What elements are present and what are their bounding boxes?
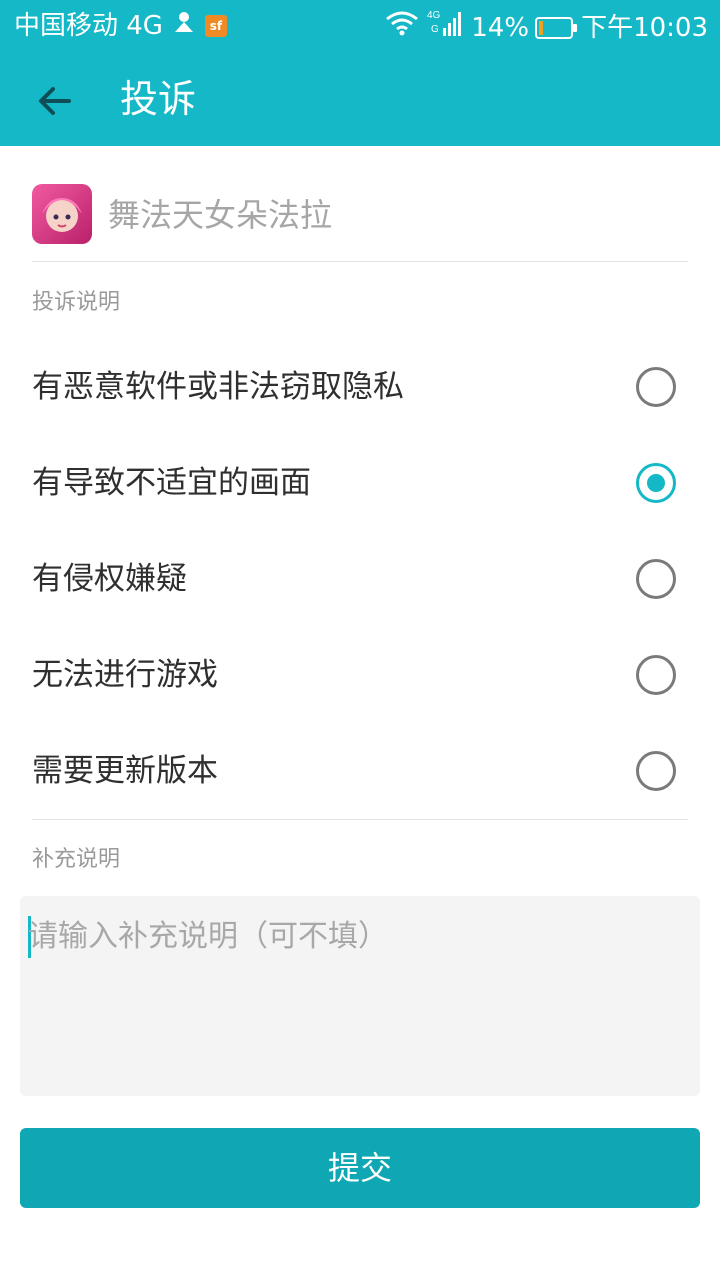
app-name: 舞法天女朵法拉 bbox=[108, 196, 333, 234]
svg-text:G: G bbox=[431, 24, 439, 35]
radio-button[interactable] bbox=[636, 559, 676, 599]
app-info-row: 舞法天女朵法拉 bbox=[32, 184, 688, 262]
radio-button-selected[interactable] bbox=[636, 463, 676, 503]
supplement-placeholder: 请输入补充说明（可不填） bbox=[28, 919, 388, 954]
battery-percent: 14% bbox=[471, 13, 530, 43]
divider bbox=[32, 819, 688, 820]
option-label: 有导致不适宜的画面 bbox=[32, 465, 311, 501]
option-infringement[interactable]: 有侵权嫌疑 bbox=[0, 531, 720, 627]
option-needs-update[interactable]: 需要更新版本 bbox=[0, 723, 720, 819]
option-inappropriate-content[interactable]: 有导致不适宜的画面 bbox=[0, 435, 720, 531]
option-cannot-play[interactable]: 无法进行游戏 bbox=[0, 627, 720, 723]
radio-button[interactable] bbox=[636, 751, 676, 791]
app-icon bbox=[32, 184, 92, 244]
signal-icon: 4G G bbox=[427, 8, 462, 48]
battery-icon bbox=[535, 17, 578, 39]
clock: 下午10:03 bbox=[581, 13, 708, 43]
option-label: 无法进行游戏 bbox=[32, 657, 218, 693]
option-label: 有侵权嫌疑 bbox=[32, 561, 187, 597]
wifi-icon bbox=[385, 10, 419, 46]
carrier-label: 中国移动 4G bbox=[14, 11, 163, 41]
option-label: 有恶意软件或非法窃取隐私 bbox=[32, 369, 404, 405]
option-label: 需要更新版本 bbox=[32, 753, 218, 789]
option-malware[interactable]: 有恶意软件或非法窃取隐私 bbox=[0, 339, 720, 435]
supplement-input[interactable]: 请输入补充说明（可不填） bbox=[20, 896, 700, 1096]
battery-fill bbox=[539, 21, 544, 35]
radio-button[interactable] bbox=[636, 655, 676, 695]
back-button[interactable] bbox=[30, 76, 80, 126]
submit-button[interactable]: 提交 bbox=[20, 1128, 700, 1208]
app-bar: 投诉 bbox=[0, 52, 720, 146]
status-bar-right: 4G G 14% 下午10:03 bbox=[377, 8, 708, 48]
notification-app-icon bbox=[171, 8, 197, 44]
status-bar-left: 中国移动 4G sf bbox=[14, 8, 227, 44]
status-bar: 中国移动 4G sf 4G G 14% 下午10:03 bbox=[0, 0, 720, 52]
sf-app-icon: sf bbox=[204, 15, 227, 37]
arrow-left-icon bbox=[39, 87, 71, 115]
radio-button[interactable] bbox=[636, 367, 676, 407]
complaint-section-label: 投诉说明 bbox=[32, 290, 121, 315]
page-title: 投诉 bbox=[120, 77, 197, 121]
svg-text:4G: 4G bbox=[427, 10, 441, 21]
supplement-section-label: 补充说明 bbox=[32, 847, 121, 872]
radio-dot bbox=[647, 474, 665, 492]
